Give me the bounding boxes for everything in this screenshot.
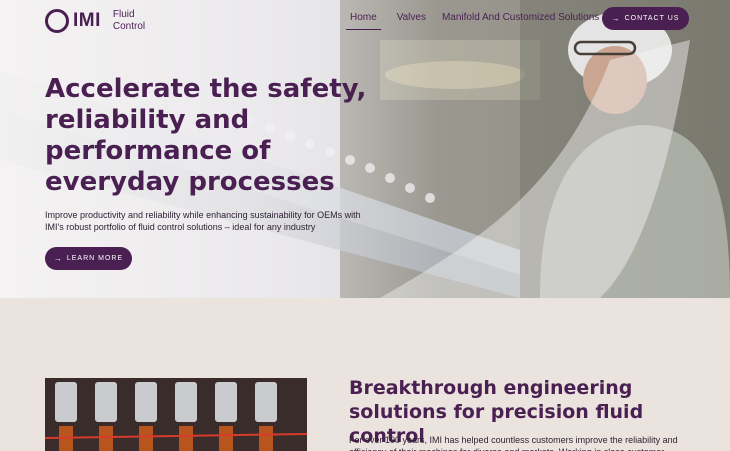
page: IMI Fluid Control Home Valves Manifold A… [0,0,730,451]
logo-text: IMI [73,10,101,31]
arrow-right-icon: → [53,254,63,263]
hero-title: Accelerate the safety, reliability and p… [45,74,367,197]
logo-subtitle: Fluid Control [113,9,153,33]
engineering-section: Breakthrough engineering solutions for p… [0,298,730,451]
valve-assembly-photo [45,378,307,451]
learn-more-label: LEARN MORE [66,255,124,262]
contact-us-button[interactable]: → CONTACT US [602,7,689,30]
section-body: For over 100 years, IMI has helped count… [349,435,678,451]
logo-subtitle-line1: Fluid [112,9,135,20]
hero-banner: IMI Fluid Control Home Valves Manifold A… [0,0,730,298]
imi-ring-logo-icon [45,9,69,33]
nav-item-valves[interactable]: Valves [397,12,426,30]
learn-more-button[interactable]: → LEARN MORE [45,247,132,270]
brand-logo[interactable]: IMI Fluid Control [45,9,153,33]
hero-body: Improve productivity and reliability whi… [45,210,361,232]
main-nav: Home Valves Manifold And Customized Solu… [346,12,615,30]
arrow-right-icon: → [611,14,621,23]
nav-item-manifold[interactable]: Manifold And Customized Solutions [442,12,599,30]
nav-item-home[interactable]: Home [346,12,381,30]
logo-subtitle-line2: Control [112,21,146,32]
contact-us-label: CONTACT US [624,15,680,22]
